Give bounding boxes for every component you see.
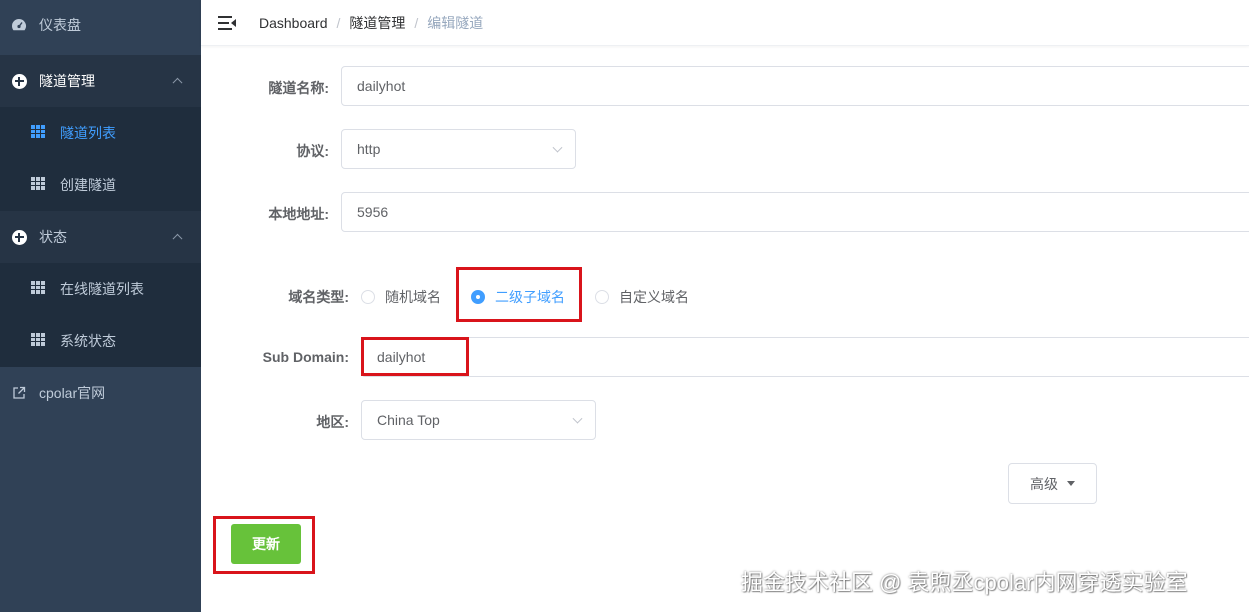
local-address-label: 本地地址: [268,206,329,222]
sidebar-item-label: cpolar官网 [39,385,106,401]
grid-icon [31,177,45,193]
caret-down-icon [1067,481,1075,486]
sidebar-item-system-status[interactable]: 系统状态 [0,315,201,367]
chevron-down-icon [572,413,583,424]
grid-icon [31,281,45,297]
chevron-up-icon [172,77,183,88]
subdomain-label: Sub Domain: [262,349,349,365]
watermark: 掘金技术社区 @ 袁煦丞cpolar内网穿透实验室 [741,570,1188,595]
radio-circle-icon [361,290,375,304]
region-label: 地区: [316,414,349,430]
tunnel-name-label: 隧道名称: [268,80,329,96]
breadcrumb: Dashboard / 隧道管理 / 编辑隧道 [259,13,483,33]
submenu-tunnel-management: 隧道列表 创建隧道 [0,107,201,211]
grid-icon [31,333,45,349]
region-select[interactable]: China Top [361,400,596,440]
sidebar-item-label: 系统状态 [60,333,116,349]
tunnel-name-value: dailyhot [357,78,406,94]
breadcrumb-edit-tunnel: 编辑隧道 [427,14,484,31]
region-value: China Top [377,412,440,428]
sidebar-item-label: 在线隧道列表 [60,281,144,297]
sidebar-item-online-tunnel-list[interactable]: 在线隧道列表 [0,263,201,315]
protocol-select[interactable]: http [341,129,576,169]
protocol-label: 协议: [296,143,329,159]
grid-icon [31,125,45,141]
submenu-status: 在线隧道列表 系统状态 [0,263,201,367]
breadcrumb-tunnel-management[interactable]: 隧道管理 [349,13,405,33]
plus-circle-icon [11,229,27,245]
advanced-button-label: 高级 [1030,475,1058,492]
sidebar-item-label: 状态 [39,229,67,245]
chevron-down-icon [552,142,563,153]
protocol-value: http [357,141,381,157]
local-address-value: 5956 [357,204,389,220]
highlight-box-subdomain-input [361,337,469,376]
sidebar-item-status[interactable]: 状态 [0,211,201,263]
sidebar-item-tunnel-list[interactable]: 隧道列表 [0,107,201,159]
advanced-button[interactable]: 高级 [1008,463,1097,504]
radio-label: 随机域名 [385,289,441,305]
dashboard-icon [11,17,27,33]
sidebar: 仪表盘 隧道管理 隧道列表 创建隧道 状态 在线隧道列表 系统状态 cpolar… [0,0,201,612]
highlight-box-update-button [213,516,315,574]
sidebar-item-tunnel-management[interactable]: 隧道管理 [0,55,201,107]
breadcrumb-separator: / [414,14,419,31]
highlight-box-subdomain-option [456,267,582,322]
sidebar-item-create-tunnel[interactable]: 创建隧道 [0,159,201,211]
subdomain-input[interactable]: dailyhot [361,337,1249,377]
domain-type-label: 域名类型: [288,289,349,305]
tunnel-name-input[interactable]: dailyhot [341,66,1249,106]
chevron-up-icon [172,233,183,244]
sidebar-item-label: 隧道列表 [60,125,116,141]
sidebar-item-cpolar-site[interactable]: cpolar官网 [0,368,201,418]
radio-custom-domain[interactable]: 自定义域名 [595,287,689,307]
breadcrumb-dashboard[interactable]: Dashboard [259,15,328,31]
external-link-icon [11,385,27,401]
radio-random-domain[interactable]: 随机域名 [361,287,441,307]
radio-label: 自定义域名 [619,289,689,305]
plus-circle-icon [11,73,27,89]
local-address-input[interactable]: 5956 [341,192,1249,232]
navbar: Dashboard / 隧道管理 / 编辑隧道 [201,0,1249,46]
sidebar-item-dashboard[interactable]: 仪表盘 [0,0,201,50]
radio-circle-icon [595,290,609,304]
sidebar-item-label: 仪表盘 [39,17,81,33]
breadcrumb-separator: / [336,14,341,31]
menu-fold-icon[interactable] [218,15,236,31]
sidebar-item-label: 创建隧道 [60,177,116,193]
sidebar-item-label: 隧道管理 [39,73,95,89]
